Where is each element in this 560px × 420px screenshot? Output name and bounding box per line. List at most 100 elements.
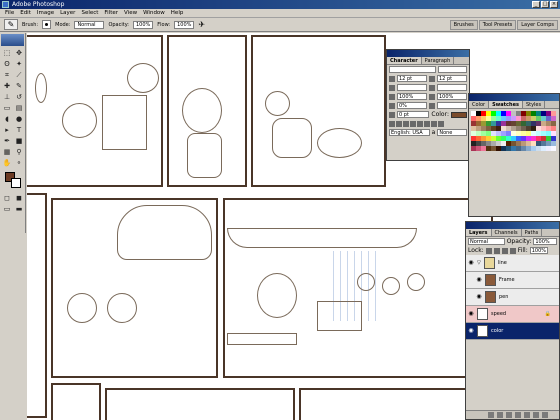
mode-select[interactable]: Normal (74, 20, 105, 29)
well-tab-layer-comps[interactable]: Layer Comps (517, 20, 558, 30)
airbrush-icon[interactable]: ✈ (198, 20, 205, 29)
link-layers-icon[interactable] (488, 412, 494, 418)
pen-tool-icon[interactable]: ✒ (1, 136, 13, 147)
vertical-scale-field[interactable]: 100% (397, 93, 427, 100)
color-swatches[interactable] (3, 172, 22, 190)
visibility-eye-icon[interactable]: ◉ (468, 311, 474, 317)
layer-row[interactable]: ◉ ▽ line (466, 255, 559, 272)
spacing-field[interactable] (437, 102, 467, 109)
font-style-select[interactable] (437, 66, 467, 73)
tool-preset-icon[interactable]: ✎ (4, 19, 18, 30)
opacity-field[interactable]: 100% (133, 20, 154, 29)
maximize-button[interactable]: □ (541, 1, 549, 8)
menu-layer[interactable]: Layer (57, 9, 78, 17)
background-color[interactable] (11, 178, 21, 188)
small-caps-icon[interactable] (410, 120, 416, 127)
adjustment-layer-icon[interactable] (524, 412, 530, 418)
horizontal-scale-field[interactable]: 100% (437, 93, 467, 100)
brush-picker[interactable] (42, 20, 52, 29)
hand-tool-icon[interactable]: ✋ (1, 158, 13, 169)
fill-field[interactable]: 100% (529, 247, 549, 254)
eyedropper-icon[interactable]: ⚲ (13, 147, 25, 158)
gradient-tool-icon[interactable]: ▤ (13, 103, 25, 114)
history-brush-icon[interactable]: ↺ (13, 92, 25, 103)
expand-triangle-icon[interactable]: ▽ (477, 260, 481, 266)
layer-row[interactable]: ◉ color (466, 323, 559, 340)
move-tool-icon[interactable]: ✥ (13, 48, 25, 59)
lock-all-icon[interactable] (509, 247, 516, 254)
swatch-chip[interactable] (551, 146, 556, 151)
tab-character[interactable]: Character (387, 57, 422, 64)
layer-row[interactable]: ◉ speed 🔒 (466, 306, 559, 323)
screen-mode-icon[interactable]: ▭ (1, 204, 13, 215)
menu-view[interactable]: View (121, 9, 140, 17)
palette-titlebar[interactable] (469, 94, 559, 101)
menu-window[interactable]: Window (140, 9, 168, 17)
layer-mask-icon[interactable] (506, 412, 512, 418)
menu-edit[interactable]: Edit (17, 9, 34, 17)
brush-tool-icon[interactable]: ✎ (13, 81, 25, 92)
slice-tool-icon[interactable]: ⟋ (13, 70, 25, 81)
standard-mode-icon[interactable]: ◻ (1, 193, 13, 204)
layer-row[interactable]: ◉ pen (466, 289, 559, 306)
marquee-tool-icon[interactable]: ⬚ (1, 48, 13, 59)
antialias-select[interactable]: None (437, 129, 467, 136)
faux-bold-icon[interactable] (389, 120, 395, 127)
blend-mode-select[interactable]: Normal (468, 238, 505, 245)
menu-select[interactable]: Select (78, 9, 101, 17)
minimize-button[interactable]: _ (532, 1, 540, 8)
layer-opacity-field[interactable]: 100% (533, 238, 557, 245)
tab-channels[interactable]: Channels (492, 229, 522, 236)
superscript-icon[interactable] (417, 120, 423, 127)
dodge-tool-icon[interactable]: ● (13, 114, 25, 125)
close-button[interactable]: × (550, 1, 558, 8)
tsume-field[interactable]: 0% (397, 102, 427, 109)
tab-paths[interactable]: Paths (522, 229, 543, 236)
menu-image[interactable]: Image (34, 9, 57, 17)
visibility-eye-icon[interactable]: ◉ (476, 277, 482, 283)
new-group-icon[interactable] (515, 412, 521, 418)
subscript-icon[interactable] (424, 120, 430, 127)
eraser-tool-icon[interactable]: ▭ (1, 103, 13, 114)
visibility-eye-icon[interactable]: ◉ (476, 294, 482, 300)
well-tab-tool-presets[interactable]: Tool Presets (478, 20, 517, 30)
kerning-field[interactable] (397, 84, 427, 91)
well-tab-brushes[interactable]: Brushes (449, 20, 478, 30)
trash-icon[interactable] (542, 412, 548, 418)
font-family-select[interactable] (389, 66, 436, 73)
healing-tool-icon[interactable]: ✚ (1, 81, 13, 92)
blur-tool-icon[interactable]: ◖ (1, 114, 13, 125)
tab-styles[interactable]: Styles (523, 101, 546, 108)
path-select-icon[interactable]: ▸ (1, 125, 13, 136)
type-tool-icon[interactable]: T (13, 125, 25, 136)
stamp-tool-icon[interactable]: ⊥ (1, 92, 13, 103)
palette-titlebar[interactable] (466, 222, 559, 229)
leading-field[interactable]: 12 pt (437, 75, 467, 82)
notes-tool-icon[interactable]: ▦ (1, 147, 13, 158)
baseline-field[interactable]: 0 pt (397, 111, 430, 118)
faux-italic-icon[interactable] (396, 120, 402, 127)
tab-color[interactable]: Color (469, 101, 490, 108)
tab-swatches[interactable]: Swatches (489, 101, 523, 108)
tab-layers[interactable]: Layers (466, 229, 492, 236)
magic-wand-icon[interactable]: ✦ (13, 59, 25, 70)
flow-field[interactable]: 100% (174, 20, 195, 29)
lock-position-icon[interactable] (501, 247, 508, 254)
tracking-field[interactable] (437, 84, 467, 91)
visibility-eye-icon[interactable]: ◉ (468, 328, 474, 334)
menu-filter[interactable]: Filter (101, 9, 121, 17)
palette-titlebar[interactable] (387, 50, 469, 57)
menu-file[interactable]: File (2, 9, 17, 17)
menu-help[interactable]: Help (168, 9, 187, 17)
lock-transparency-icon[interactable] (485, 247, 492, 254)
new-layer-icon[interactable] (533, 412, 539, 418)
language-select[interactable]: English: USA (389, 129, 430, 136)
text-color-chip[interactable] (451, 111, 467, 118)
visibility-eye-icon[interactable]: ◉ (468, 260, 474, 266)
zoom-tool-icon[interactable]: ⚬ (13, 158, 25, 169)
shape-tool-icon[interactable]: ■ (13, 136, 25, 147)
tab-paragraph[interactable]: Paragraph (422, 57, 455, 64)
crop-tool-icon[interactable]: ⌗ (1, 70, 13, 81)
all-caps-icon[interactable] (403, 120, 409, 127)
full-screen-icon[interactable]: ▬ (13, 204, 25, 215)
